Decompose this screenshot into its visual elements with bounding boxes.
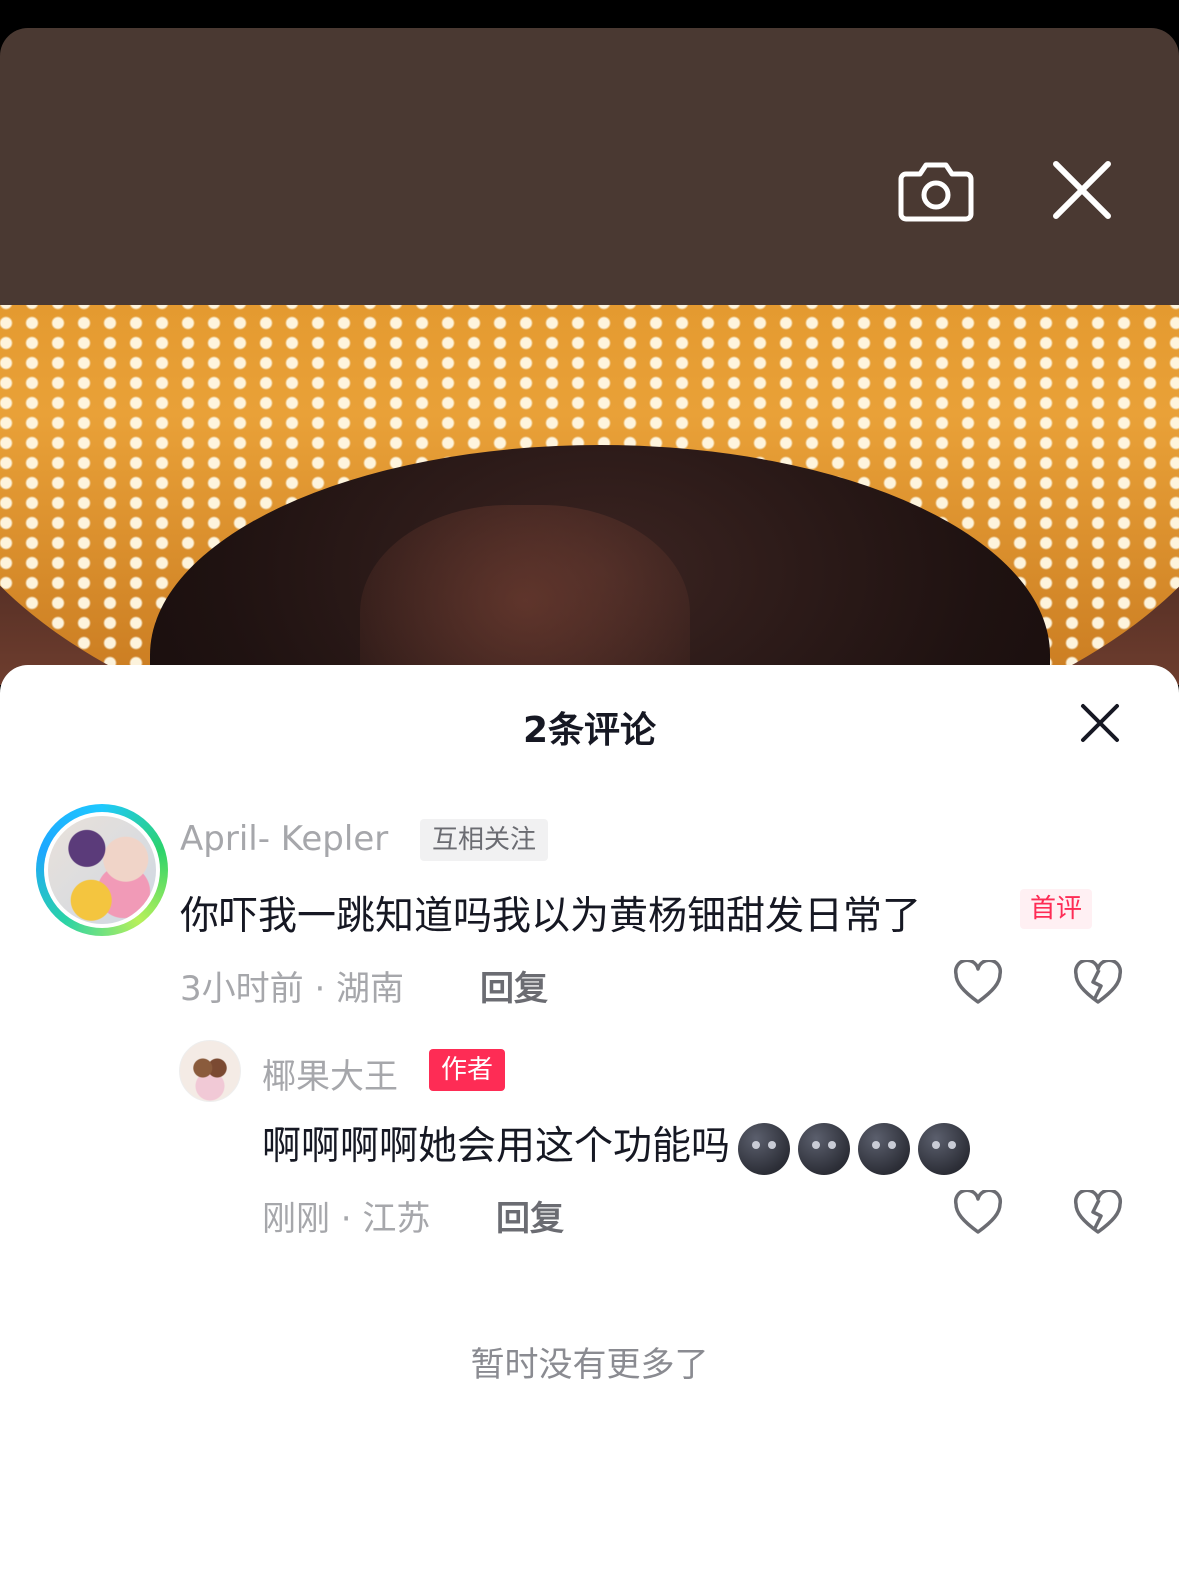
- heart-icon: [953, 960, 1003, 1004]
- reply-username[interactable]: 椰果大王: [262, 1049, 398, 1098]
- author-tag: 作者: [429, 1049, 506, 1091]
- camera-button[interactable]: [898, 156, 974, 226]
- dislike-button[interactable]: [1072, 959, 1124, 1007]
- avatar-ring-inner: [44, 812, 160, 928]
- reply-comment[interactable]: 啊啊啊啊她会用这个功能吗: [262, 1115, 971, 1175]
- close-icon: [1081, 704, 1119, 742]
- mutual-follow-tag: 互相关注: [420, 819, 549, 861]
- reply-time-location: 刚刚 · 江苏: [262, 1199, 431, 1239]
- dislike-button[interactable]: [1072, 1189, 1124, 1237]
- top-sheet: [0, 28, 1179, 310]
- broken-heart-icon: [1073, 1190, 1123, 1234]
- reply-text: 啊啊啊啊她会用这个功能吗: [262, 1124, 731, 1169]
- first-comment-badge: 首评: [1020, 889, 1093, 929]
- camera-icon: [898, 162, 974, 222]
- comment-username[interactable]: April- Kepler: [180, 819, 388, 859]
- close-icon: [1053, 161, 1111, 219]
- close-viewer-button[interactable]: [1050, 158, 1114, 222]
- comment-sheet: 2条评论 April- Kepler 互相关注 你吓我一跳知道吗我以为黄杨钿甜发…: [0, 665, 1179, 1579]
- close-comments-button[interactable]: [1078, 701, 1122, 745]
- no-more-comments-note: 暂时没有更多了: [470, 1345, 709, 1385]
- comment-text[interactable]: 你吓我一跳知道吗我以为黄杨钿甜发日常了: [180, 885, 921, 941]
- app-screen: 2条评论 April- Kepler 互相关注 你吓我一跳知道吗我以为黄杨钿甜发…: [0, 0, 1179, 1579]
- new-moon-face-emoji: [918, 1122, 971, 1175]
- face-image: [360, 505, 690, 685]
- broken-heart-icon: [1073, 960, 1123, 1004]
- comment-time-location: 3小时前 · 湖南: [180, 969, 405, 1009]
- like-button[interactable]: [952, 959, 1004, 1007]
- video-frame[interactable]: [0, 305, 1179, 685]
- new-moon-face-emoji: [858, 1122, 911, 1175]
- reply-button[interactable]: 回复: [480, 961, 548, 1010]
- new-moon-face-emoji: [738, 1122, 791, 1175]
- comment-count-title: 2条评论: [522, 710, 657, 751]
- reply-button[interactable]: 回复: [496, 1191, 564, 1240]
- avatar[interactable]: [179, 1040, 241, 1102]
- avatar[interactable]: [36, 804, 168, 936]
- new-moon-face-emoji: [798, 1122, 851, 1175]
- heart-icon: [953, 1190, 1003, 1234]
- avatar-image: [48, 816, 156, 924]
- like-button[interactable]: [952, 1189, 1004, 1237]
